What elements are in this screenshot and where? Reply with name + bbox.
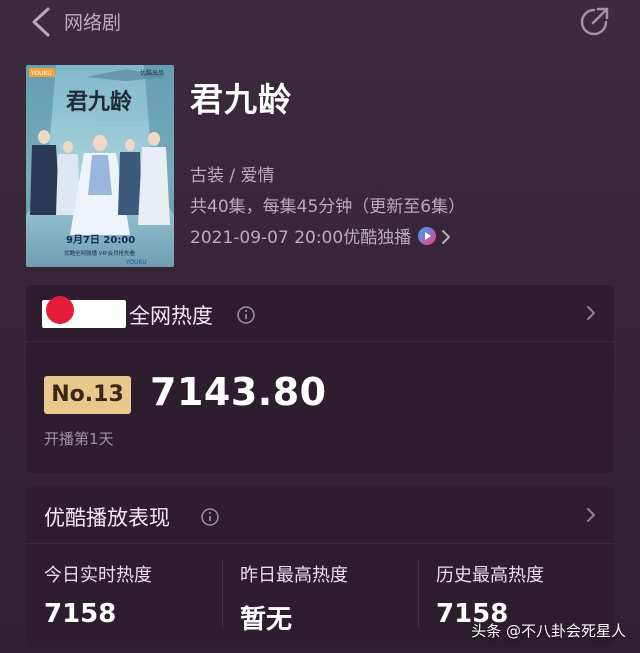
info-icon[interactable] [237,306,255,324]
stat-label: 昨日最高热度 [240,565,348,586]
heat-score: 7143.80 [150,370,327,414]
stat-today-realtime: 今日实时热度 7158 [44,561,214,629]
top-bar: 网络剧 [0,0,640,44]
poster-title-text: 君九龄 [66,89,133,115]
youku-logo-icon [418,227,437,245]
stat-history-peak: 历史最高热度 7158 [436,561,606,629]
show-premiere: 2021-09-07 20:00优酷独播 [190,228,412,248]
stat-value: 7158 [44,599,117,629]
network-heat-card[interactable]: 全网热度 No.13 7143.80 开播第1天 [26,285,614,473]
share-icon[interactable] [576,4,612,40]
rank-badge: No.13 [44,376,131,414]
stat-value: 暂无 [240,605,293,635]
show-genre: 古装 / 爱情 [190,166,275,186]
poster-date: 9月7日 20:00 [66,234,135,246]
days-since-premiere: 开播第1天 [44,430,114,448]
show-title: 君九龄 [190,80,292,119]
network-heat-card-header[interactable]: 全网热度 [26,285,614,342]
chevron-right-icon[interactable] [586,305,596,321]
stat-label: 历史最高热度 [436,565,544,586]
chevron-right-icon [442,230,451,244]
stat-label: 今日实时热度 [44,565,152,586]
divider [418,561,419,627]
divider [222,561,223,627]
watermark: 头条 @不八卦会死星人 [471,622,626,640]
chevron-right-icon[interactable] [586,507,596,523]
stat-yesterday-peak: 昨日最高热度 暂无 [240,561,410,636]
poster-bottom-logo: YOUKU [125,259,147,266]
page-title: 网络剧 [64,12,122,34]
youku-performance-card-header[interactable]: 优酷播放表现 [26,487,614,544]
poster-image: 君九龄 YOUKU 优酷出品 9月7日 20:00 优酷全网独播 VIP会员抢先… [26,65,174,267]
youku-performance-title: 优酷播放表现 [44,506,170,530]
show-poster[interactable]: 君九龄 YOUKU 优酷出品 9月7日 20:00 优酷全网独播 VIP会员抢先… [26,65,174,267]
poster-caption: 优酷全网独播 VIP会员抢先看 [64,249,135,257]
poster-top-right-badge: 优酷出品 [140,69,164,77]
poster-top-left-badge: YOUKU [30,70,52,77]
show-episodes: 共40集，每集45分钟（更新至6集） [190,197,466,217]
network-heat-title: 全网热度 [129,304,213,328]
back-arrow-icon[interactable] [28,6,56,38]
show-premiere-row[interactable]: 2021-09-07 20:00优酷独播 [190,223,451,248]
red-logo-icon [46,296,74,324]
info-icon[interactable] [201,508,219,526]
